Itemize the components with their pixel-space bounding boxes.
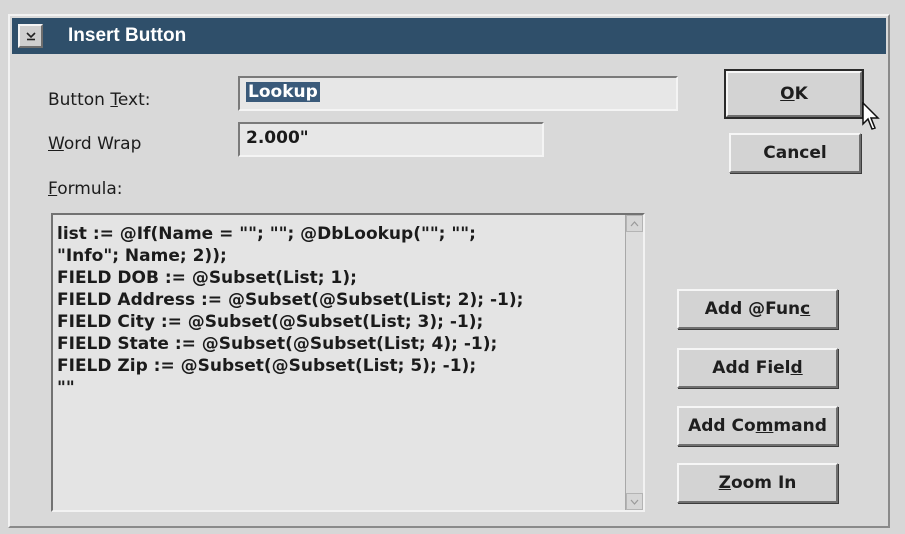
- button-accelerator: m: [755, 416, 774, 436]
- chevron-down-icon: [25, 32, 36, 41]
- formula-label: Formula:: [48, 179, 122, 199]
- vertical-scrollbar[interactable]: [625, 215, 643, 510]
- formula-line: FIELD DOB := @Subset(List; 1);: [57, 268, 357, 288]
- label-part: Button: [48, 90, 111, 110]
- word-wrap-value: 2.000": [246, 128, 309, 148]
- down-arrow-icon: [630, 499, 639, 505]
- button-label: mand: [773, 416, 827, 436]
- word-wrap-input[interactable]: 2.000": [238, 122, 544, 157]
- button-label: K: [794, 84, 808, 104]
- screen-background: Insert Button Button Text: Lookup Word W…: [0, 0, 905, 534]
- label-part: ext:: [117, 90, 151, 110]
- button-accelerator: d: [790, 358, 803, 378]
- insert-button-dialog: Insert Button Button Text: Lookup Word W…: [8, 14, 890, 528]
- formula-line: FIELD Zip := @Subset(@Subset(List; 5); -…: [57, 356, 477, 376]
- scroll-up-button[interactable]: [626, 215, 643, 232]
- formula-line: FIELD City := @Subset(@Subset(List; 3); …: [57, 312, 484, 332]
- button-label: Add @Fun: [704, 299, 801, 319]
- add-func-button[interactable]: Add @Fun c: [677, 289, 838, 329]
- button-label: oom In: [730, 473, 797, 493]
- title-bar[interactable]: Insert Button: [12, 18, 886, 54]
- mouse-cursor-icon: [862, 102, 880, 130]
- up-arrow-icon: [630, 220, 639, 226]
- formula-line: FIELD Address := @Subset(@Subset(List; 2…: [57, 290, 524, 310]
- label-part: ord Wrap: [63, 134, 142, 154]
- cancel-button[interactable]: Cancel: [729, 133, 861, 173]
- formula-line: FIELD State := @Subset(@Subset(List; 4);…: [57, 334, 498, 354]
- formula-line: "": [57, 378, 75, 398]
- formula-text[interactable]: list := @If(Name = ""; ""; @DbLookup("";…: [57, 223, 625, 505]
- button-accelerator: O: [780, 84, 795, 104]
- add-field-button[interactable]: Add Fiel d: [677, 348, 838, 388]
- button-accelerator: Z: [718, 473, 731, 493]
- label-accelerator: F: [48, 179, 58, 199]
- ok-button[interactable]: OK: [724, 69, 864, 119]
- label-part: ormula:: [57, 179, 123, 199]
- word-wrap-label: Word Wrap: [48, 134, 141, 154]
- button-text-value: Lookup: [246, 82, 320, 102]
- scroll-down-button[interactable]: [626, 493, 643, 510]
- button-label: Add Fiel: [712, 358, 791, 378]
- formula-line: list := @If(Name = ""; ""; @DbLookup("";…: [57, 224, 476, 244]
- label-accelerator: W: [48, 134, 64, 154]
- zoom-in-button[interactable]: Zoom In: [677, 463, 838, 503]
- formula-textarea[interactable]: list := @If(Name = ""; ""; @DbLookup("";…: [51, 213, 645, 512]
- button-label: Add Co: [688, 416, 756, 436]
- button-label: Cancel: [763, 143, 827, 163]
- label-accelerator: T: [110, 90, 118, 110]
- add-command-button[interactable]: Add Co m mand: [677, 406, 838, 446]
- system-menu-button[interactable]: [18, 24, 43, 48]
- window-title: Insert Button: [68, 25, 187, 46]
- formula-line: "Info"; Name; 2));: [57, 246, 227, 266]
- button-text-label: Button Text:: [48, 90, 150, 110]
- button-accelerator: c: [800, 299, 811, 319]
- button-text-input[interactable]: Lookup: [238, 76, 678, 111]
